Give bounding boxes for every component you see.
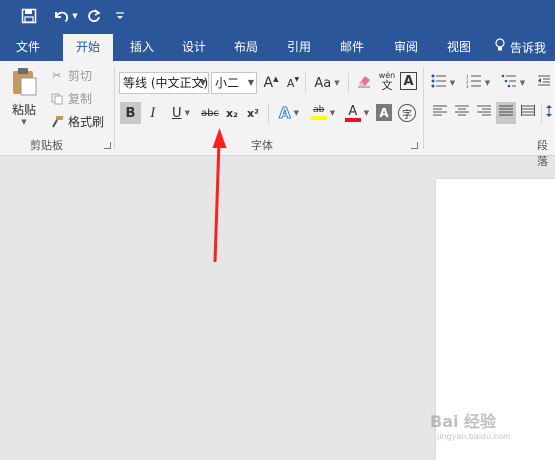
annotation-arrow xyxy=(212,128,227,263)
watermark-logo: Bai 经验 xyxy=(430,412,497,431)
watermark-url: jingyan.baidu.com xyxy=(437,432,511,441)
